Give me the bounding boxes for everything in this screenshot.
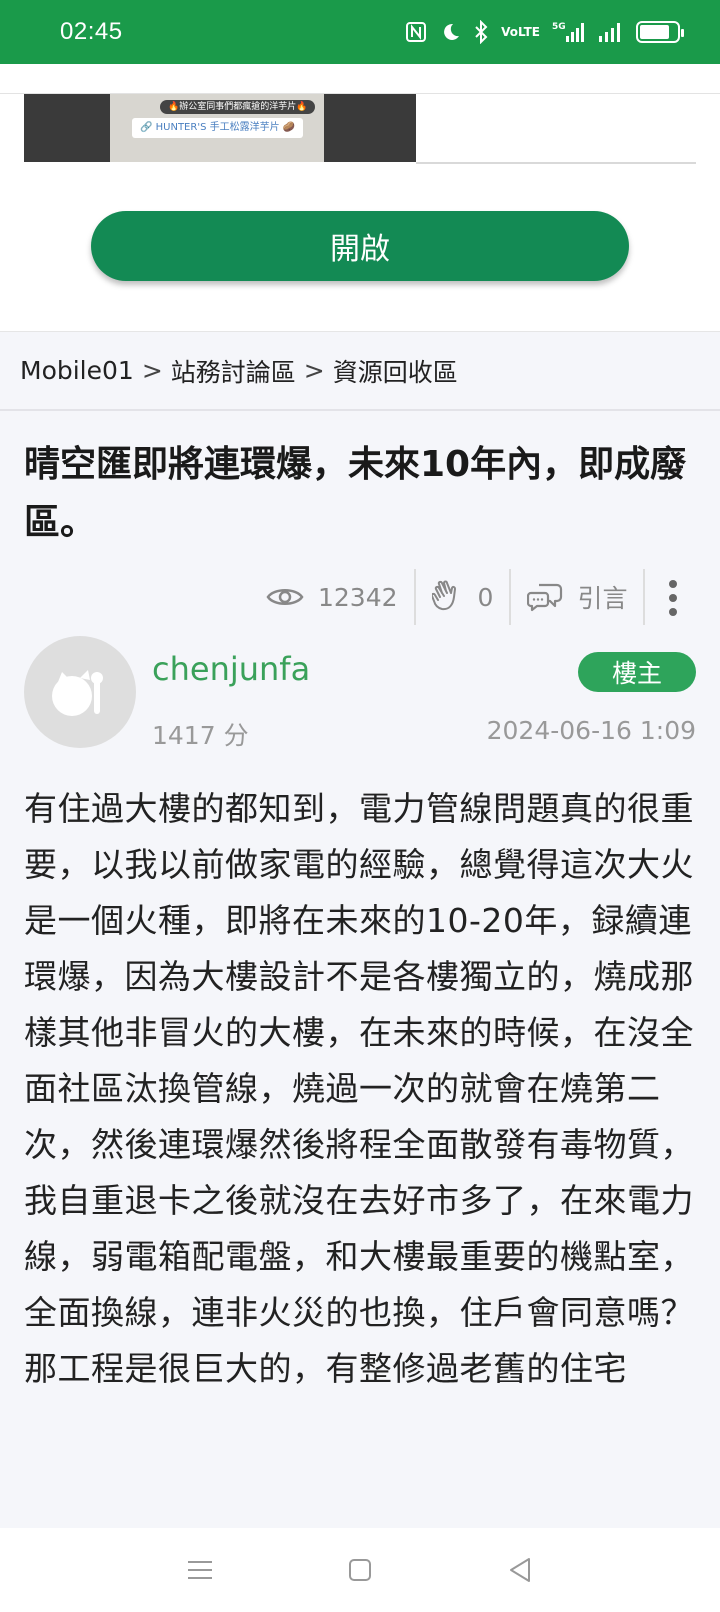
menu-nav-button[interactable] xyxy=(170,1540,230,1600)
breadcrumb-separator: > xyxy=(141,356,163,385)
quote-label: 引言 xyxy=(577,584,628,613)
battery-icon xyxy=(636,21,684,43)
home-nav-button[interactable] xyxy=(330,1540,390,1600)
breadcrumb: Mobile01 > 站務討論區 > 資源回收區 xyxy=(0,331,720,411)
status-icons: VoLTE 5G xyxy=(405,20,684,44)
moon-icon xyxy=(439,21,461,43)
breadcrumb-board[interactable]: 資源回收區 xyxy=(333,353,458,389)
quote-action[interactable]: 引言 xyxy=(511,568,643,626)
eye-icon xyxy=(266,589,304,605)
post-paragraph: 那工程是很巨大的，有整修過老舊的住宅 xyxy=(24,1349,627,1388)
stats-divider xyxy=(643,569,646,625)
breadcrumb-home[interactable]: Mobile01 xyxy=(20,356,134,385)
square-icon xyxy=(349,1559,371,1581)
post-paragraph: 有住過大樓的都知到，電力管線問題真的很重要，以我以前做家電的經驗，總覺得這次大火… xyxy=(24,789,694,1332)
views-stat: 12342 xyxy=(250,568,414,626)
svg-text:5G: 5G xyxy=(552,22,566,32)
author-score: 1417 分 xyxy=(152,721,249,750)
status-time: 02:45 xyxy=(60,18,123,45)
avatar[interactable] xyxy=(24,636,136,748)
bluetooth-icon xyxy=(473,20,489,44)
nfc-icon xyxy=(405,21,427,43)
ad-card: 🔥辦公室同事們都瘋搶的洋芋片🔥 🔗 HUNTER'S 手工松露洋芋片 🥔 開啟 xyxy=(0,64,720,331)
breadcrumb-separator: > xyxy=(303,356,325,385)
menu-icon xyxy=(188,1561,212,1579)
post-body: 有住過大樓的都知到，電力管線問題真的很重要，以我以前做家電的經驗，總覺得這次大火… xyxy=(24,781,700,1397)
ad-caption-main: 🔗 HUNTER'S 手工松露洋芋片 🥔 xyxy=(132,118,304,138)
volte-icon: VoLTE xyxy=(501,24,540,39)
breadcrumb-forum[interactable]: 站務討論區 xyxy=(171,353,296,389)
ad-image-photo: 🔥辦公室同事們都瘋搶的洋芋片🔥 🔗 HUNTER'S 手工松露洋芋片 🥔 xyxy=(110,94,324,162)
author-name[interactable]: chenjunfa xyxy=(152,650,310,688)
status-bar: 02:45 VoLTE 5G xyxy=(0,0,720,64)
post-title: 晴空匯即將連環爆，未來10年內，即成廢區。 xyxy=(24,444,687,543)
views-count: 12342 xyxy=(318,582,398,612)
back-nav-button[interactable] xyxy=(490,1540,550,1600)
owner-badge: 樓主 xyxy=(578,652,696,692)
post-stats: 12342 0 引言 xyxy=(250,568,646,626)
like-stat[interactable]: 0 xyxy=(416,568,510,626)
more-options-icon[interactable] xyxy=(666,580,680,616)
open-button[interactable]: 開啟 xyxy=(91,211,629,281)
post-date: 2024-06-16 1:09 xyxy=(486,716,696,745)
ad-caption-top: 🔥辦公室同事們都瘋搶的洋芋片🔥 xyxy=(160,100,316,114)
like-count: 0 xyxy=(477,582,494,612)
system-nav-bar xyxy=(0,1528,720,1612)
ad-divider xyxy=(416,162,696,164)
quote-icon xyxy=(527,583,563,612)
back-triangle-icon xyxy=(510,1558,530,1582)
clap-icon xyxy=(431,580,456,611)
ad-image[interactable]: 🔥辦公室同事們都瘋搶的洋芋片🔥 🔗 HUNTER'S 手工松露洋芋片 🥔 xyxy=(24,94,416,162)
signal-5g-icon: 5G xyxy=(552,20,586,44)
avatar-placeholder-icon xyxy=(52,670,103,716)
battery-fill xyxy=(640,25,669,39)
signal-icon xyxy=(598,20,624,44)
header-peek xyxy=(0,64,720,94)
